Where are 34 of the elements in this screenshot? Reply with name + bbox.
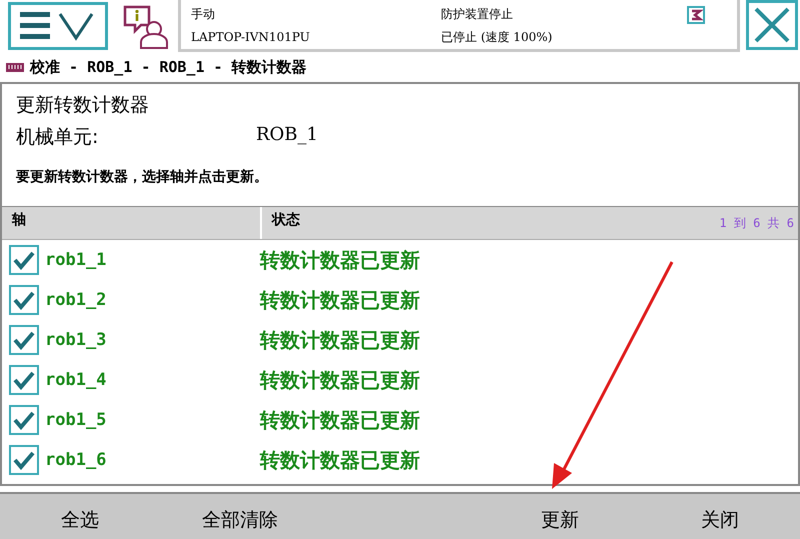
axis-name: rob1_3 (44, 330, 108, 350)
column-header: 状态 (270, 211, 301, 230)
safety-state: 防护装置停止 (441, 6, 514, 23)
calibration-icon (6, 62, 24, 72)
axis-status: 转数计数器已更新 (260, 446, 420, 474)
operating-mode: 手动 (191, 6, 216, 23)
controller-name: LAPTOP-IVN101PU (191, 30, 311, 44)
close-button[interactable] (746, 0, 798, 50)
column-header: 轴 (2, 207, 262, 239)
menu-button[interactable] (8, 2, 108, 50)
axis-status: 转数计数器已更新 (260, 366, 420, 394)
mech-unit-label: 机械单元: (16, 125, 100, 150)
checkbox[interactable] (9, 325, 39, 355)
checkbox[interactable] (9, 445, 39, 475)
axis-status: 转数计数器已更新 (260, 326, 420, 354)
page-count: 1 到 6 共 6 (719, 215, 795, 232)
checkbox[interactable] (9, 365, 39, 395)
instruction-text: 要更新转数计数器，选择轴并点击更新。 (16, 168, 269, 186)
run-state: 已停止 (速度 100%) (441, 28, 554, 46)
breadcrumb: 校准 - ROB_1 - ROB_1 - 转数计数器 (30, 58, 307, 76)
checkbox[interactable] (9, 245, 39, 275)
event-log-icon[interactable] (122, 4, 170, 50)
axis-name: rob1_1 (44, 250, 108, 270)
page-title: 更新转数计数器 (16, 93, 150, 118)
axis-status: 转数计数器已更新 (260, 246, 420, 274)
axis-status: 转数计数器已更新 (260, 286, 420, 314)
axis-name: rob1_2 (44, 290, 108, 310)
axis-name: rob1_4 (44, 370, 108, 390)
mech-unit-value: ROB_1 (256, 124, 318, 147)
axis-name: rob1_5 (44, 410, 108, 430)
axis-status: 转数计数器已更新 (260, 406, 420, 434)
axis-name: rob1_6 (44, 450, 108, 470)
checkbox[interactable] (9, 285, 39, 315)
checkbox[interactable] (9, 405, 39, 435)
